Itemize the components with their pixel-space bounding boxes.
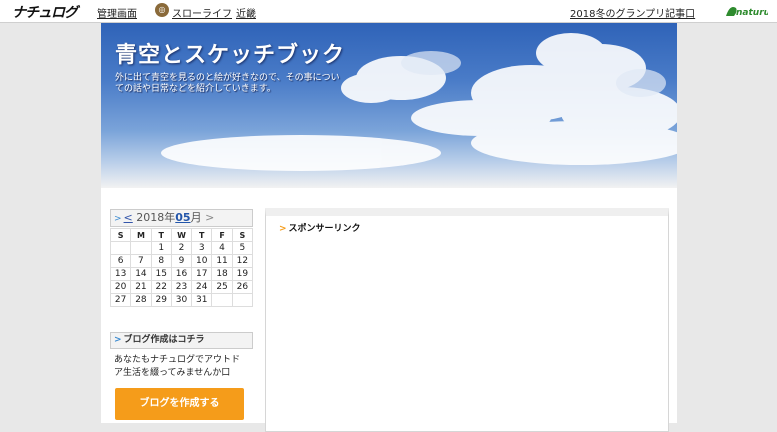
day-cell: 10 bbox=[191, 254, 213, 268]
day-cell: 17 bbox=[191, 267, 213, 281]
weekday-cell: S bbox=[109, 228, 132, 242]
sponsor-heading-text: スポンサーリンク bbox=[288, 224, 361, 234]
blog-header: 青空とスケッチブック 外に出て青空を見るのと絵が好きなので、その事についての話や… bbox=[101, 23, 677, 188]
day-cell: 23 bbox=[170, 280, 193, 294]
day-cell: 16 bbox=[170, 267, 193, 281]
day-cell: 22 bbox=[150, 280, 172, 294]
calendar-week-row: 20 21 22 23 24 25 26 bbox=[109, 280, 254, 294]
day-cell: 11 bbox=[211, 254, 233, 268]
day-cell: 6 bbox=[109, 254, 132, 268]
day-cell: 9 bbox=[170, 254, 193, 268]
calendar-table: S M T W T F S 1 2 3 4 5 6 7 8 9 10 11 12… bbox=[109, 228, 254, 307]
weekday-cell: M bbox=[130, 228, 152, 242]
day-cell: 4 bbox=[211, 241, 233, 255]
calendar-week-row: 1 2 3 4 5 bbox=[109, 241, 254, 255]
day-cell: 29 bbox=[150, 293, 172, 307]
day-cell: 28 bbox=[130, 293, 152, 307]
day-cell: 15 bbox=[150, 267, 172, 281]
day-cell: 2 bbox=[170, 241, 193, 255]
calendar-month-suffix: 月 bbox=[190, 211, 202, 224]
bullet-icon: > bbox=[114, 335, 122, 345]
day-cell: 30 bbox=[170, 293, 193, 307]
day-cell: 26 bbox=[231, 280, 254, 294]
category-icon: ◎ bbox=[155, 3, 169, 17]
weekday-cell: T bbox=[150, 228, 172, 242]
sponsor-heading: > スポンサーリンク bbox=[276, 221, 361, 234]
calendar-week-row: 13 14 15 16 17 18 19 bbox=[109, 267, 254, 281]
category-link[interactable]: スローライフ bbox=[172, 5, 232, 20]
sidebar: > < 2018年05月 > S M T W T F S 1 2 3 4 5 6… bbox=[109, 209, 254, 420]
weekday-cell: F bbox=[211, 228, 233, 242]
region-link[interactable]: 近畿 bbox=[236, 5, 256, 20]
site-logo[interactable]: ナチュログ bbox=[12, 2, 78, 22]
bullet-icon: > bbox=[114, 214, 122, 224]
blog-create-text: あなたもナチュログでアウトドア生活を綴ってみませんか口 bbox=[114, 355, 241, 378]
calendar-year: 2018年 bbox=[136, 211, 176, 224]
blog-title[interactable]: 青空とスケッチブック bbox=[115, 37, 345, 69]
top-bar: ナチュログ 管理画面 ◎ スローライフ 近畿 2018冬のグランプリ記事口 na… bbox=[0, 0, 777, 23]
day-cell: 7 bbox=[130, 254, 152, 268]
day-cell: 20 bbox=[109, 280, 132, 294]
day-cell: 19 bbox=[231, 267, 254, 281]
calendar-week-row: 6 7 8 9 10 11 12 bbox=[109, 254, 254, 268]
day-cell: 18 bbox=[211, 267, 233, 281]
calendar-week-row: 27 28 29 30 31 bbox=[109, 293, 254, 307]
day-cell: 31 bbox=[191, 293, 213, 307]
naturum-logo[interactable]: naturum bbox=[724, 2, 768, 18]
calendar-prev-link[interactable]: < bbox=[124, 211, 133, 224]
day-cell: 24 bbox=[191, 280, 213, 294]
weekday-cell: T bbox=[191, 228, 213, 242]
bullet-icon: > bbox=[279, 224, 287, 234]
day-cell: 27 bbox=[109, 293, 132, 307]
day-cell bbox=[130, 241, 152, 255]
calendar-month-link[interactable]: 05 bbox=[175, 211, 190, 224]
day-cell: 25 bbox=[211, 280, 233, 294]
main-content: > スポンサーリンク bbox=[265, 208, 669, 432]
admin-link[interactable]: 管理画面 bbox=[97, 5, 137, 20]
day-cell bbox=[231, 293, 254, 307]
day-cell: 8 bbox=[150, 254, 172, 268]
day-cell: 12 bbox=[231, 254, 254, 268]
calendar-next-link[interactable]: > bbox=[205, 211, 214, 224]
blog-create-heading-text: ブログ作成はコチラ bbox=[123, 335, 205, 345]
day-cell: 1 bbox=[150, 241, 172, 255]
weekday-cell: S bbox=[231, 228, 254, 242]
day-cell: 5 bbox=[231, 241, 254, 255]
day-cell: 3 bbox=[191, 241, 213, 255]
grandprix-link[interactable]: 2018冬のグランプリ記事口 bbox=[570, 5, 695, 20]
blog-description: 外に出て青空を見るのと絵が好きなので、その事についての話や日常などを紹介していき… bbox=[115, 73, 340, 94]
day-cell: 14 bbox=[130, 267, 152, 281]
calendar-weekday-row: S M T W T F S bbox=[109, 228, 254, 242]
blog-create-heading: > ブログ作成はコチラ bbox=[110, 332, 253, 349]
day-cell bbox=[211, 293, 233, 307]
blog-page: 青空とスケッチブック 外に出て青空を見るのと絵が好きなので、その事についての話や… bbox=[101, 23, 677, 432]
day-cell: 13 bbox=[109, 267, 132, 281]
weekday-cell: W bbox=[170, 228, 193, 242]
brand-text: naturum bbox=[736, 8, 768, 18]
create-blog-button[interactable]: ブログを作成する bbox=[115, 388, 244, 420]
day-cell bbox=[109, 241, 132, 255]
calendar-header: > < 2018年05月 > bbox=[110, 209, 253, 227]
day-cell: 21 bbox=[130, 280, 152, 294]
